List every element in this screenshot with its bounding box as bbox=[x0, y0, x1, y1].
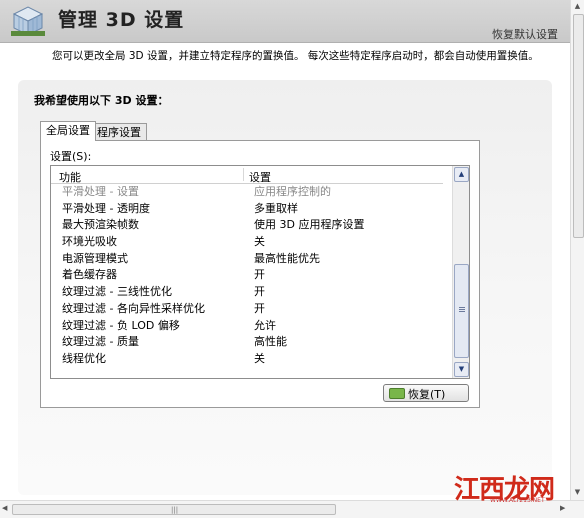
tab-global-settings[interactable]: 全局设置 bbox=[40, 121, 96, 141]
restore-button[interactable]: 恢复(T) bbox=[383, 384, 469, 402]
page-header: 管理 3D 设置 恢复默认设置 bbox=[0, 0, 570, 43]
feature-value: 开 bbox=[254, 285, 265, 299]
feature-name: 平滑处理 - 设置 bbox=[62, 185, 139, 198]
tab-content: 设置(S): 功能 设置 平滑处理 - 设置 应用程序控制的 平滑处理 - 透明度… bbox=[40, 140, 480, 408]
settings-panel: 我希望使用以下 3D 设置： 全局设置 程序设置 设置(S): 功能 设置 平滑… bbox=[18, 80, 552, 495]
list-rows: 平滑处理 - 设置 应用程序控制的 平滑处理 - 透明度 多重取样 最大预渲染帧数 使… bbox=[51, 184, 443, 368]
feature-name: 最大预渲染帧数 bbox=[62, 218, 139, 232]
list-item[interactable]: 线程优化 关 bbox=[51, 351, 443, 368]
watermark-site: WWW.ALT213.NET bbox=[490, 497, 545, 504]
feature-value: 应用程序控制的 bbox=[254, 185, 331, 198]
nvidia-3d-cube-icon bbox=[11, 6, 45, 36]
list-item[interactable]: 最大预渲染帧数 使用 3D 应用程序设置 bbox=[51, 217, 443, 234]
list-item[interactable]: 环境光吸收 关 bbox=[51, 234, 443, 251]
feature-value: 使用 3D 应用程序设置 bbox=[254, 218, 365, 232]
column-separator[interactable] bbox=[243, 168, 244, 181]
scroll-down-arrow-icon[interactable]: ▼ bbox=[454, 362, 469, 377]
restore-defaults-link[interactable]: 恢复默认设置 bbox=[492, 26, 558, 42]
feature-name: 着色缓存器 bbox=[62, 268, 117, 282]
page-scrollbar-thumb[interactable] bbox=[573, 14, 584, 238]
page-vertical-scrollbar[interactable]: ▲ ▼ bbox=[570, 0, 584, 500]
list-vertical-scrollbar[interactable]: ▲ ▼ bbox=[452, 166, 469, 378]
feature-name: 纹理过滤 - 负 LOD 偏移 bbox=[62, 318, 180, 332]
list-item[interactable]: 纹理过滤 - 三线性优化 开 bbox=[51, 284, 443, 301]
panel-heading: 我希望使用以下 3D 设置： bbox=[34, 94, 169, 107]
feature-name: 平滑处理 - 透明度 bbox=[62, 201, 150, 215]
feature-value: 关 bbox=[254, 235, 265, 249]
restore-button-label: 恢复(T) bbox=[408, 388, 446, 401]
settings-list[interactable]: 功能 设置 平滑处理 - 设置 应用程序控制的 平滑处理 - 透明度 多重取样 最大… bbox=[50, 165, 470, 379]
feature-value: 高性能 bbox=[254, 335, 287, 349]
list-item[interactable]: 平滑处理 - 透明度 多重取样 bbox=[51, 201, 443, 218]
page-title: 管理 3D 设置 bbox=[58, 9, 185, 31]
settings-label: 设置(S): bbox=[50, 150, 92, 163]
feature-name: 环境光吸收 bbox=[62, 235, 117, 249]
list-item[interactable]: 电源管理模式 最高性能优先 bbox=[51, 251, 443, 268]
column-header-setting[interactable]: 设置 bbox=[249, 169, 271, 185]
watermark-logo: 江西龙网 WWW.ALT213.NET bbox=[454, 457, 578, 505]
list-item[interactable]: 纹理过滤 - 负 LOD 偏移 允许 bbox=[51, 318, 443, 335]
grip-icon: ||| bbox=[171, 506, 179, 514]
scroll-up-arrow-icon[interactable]: ▲ bbox=[454, 167, 469, 182]
restore-icon bbox=[389, 388, 405, 399]
list-item[interactable]: 纹理过滤 - 各向异性采样优化 开 bbox=[51, 301, 443, 318]
horizontal-scrollbar-thumb[interactable]: ||| bbox=[12, 504, 336, 515]
column-header-feature[interactable]: 功能 bbox=[59, 169, 81, 185]
feature-name: 纹理过滤 - 各向异性采样优化 bbox=[62, 301, 205, 315]
feature-name: 纹理过滤 - 质量 bbox=[62, 335, 139, 349]
page-scroll-up-icon[interactable]: ▲ bbox=[573, 2, 582, 12]
tab-program-settings[interactable]: 程序设置 bbox=[91, 123, 147, 141]
feature-value: 开 bbox=[254, 301, 265, 315]
feature-value: 最高性能优先 bbox=[254, 251, 320, 265]
page-scroll-left-icon[interactable]: ◀ bbox=[2, 504, 7, 512]
feature-value: 关 bbox=[254, 351, 265, 365]
feature-name: 线程优化 bbox=[62, 351, 106, 365]
page-description: 您可以更改全局 3D 设置，并建立特定程序的置换值。 每次这些特定程序启动时，都… bbox=[52, 50, 539, 62]
page-scroll-right-icon[interactable]: ▶ bbox=[560, 504, 565, 512]
list-item[interactable]: 平滑处理 - 设置 应用程序控制的 bbox=[51, 184, 443, 201]
scrollbar-thumb[interactable] bbox=[454, 264, 469, 358]
list-item[interactable]: 着色缓存器 开 bbox=[51, 267, 443, 284]
feature-value: 允许 bbox=[254, 318, 276, 332]
feature-name: 纹理过滤 - 三线性优化 bbox=[62, 285, 172, 299]
feature-value: 多重取样 bbox=[254, 201, 298, 215]
list-item[interactable]: 纹理过滤 - 质量 高性能 bbox=[51, 334, 443, 351]
list-header: 功能 设置 bbox=[51, 166, 443, 184]
feature-value: 开 bbox=[254, 268, 265, 282]
feature-name: 电源管理模式 bbox=[62, 251, 128, 265]
grip-icon bbox=[459, 307, 465, 308]
